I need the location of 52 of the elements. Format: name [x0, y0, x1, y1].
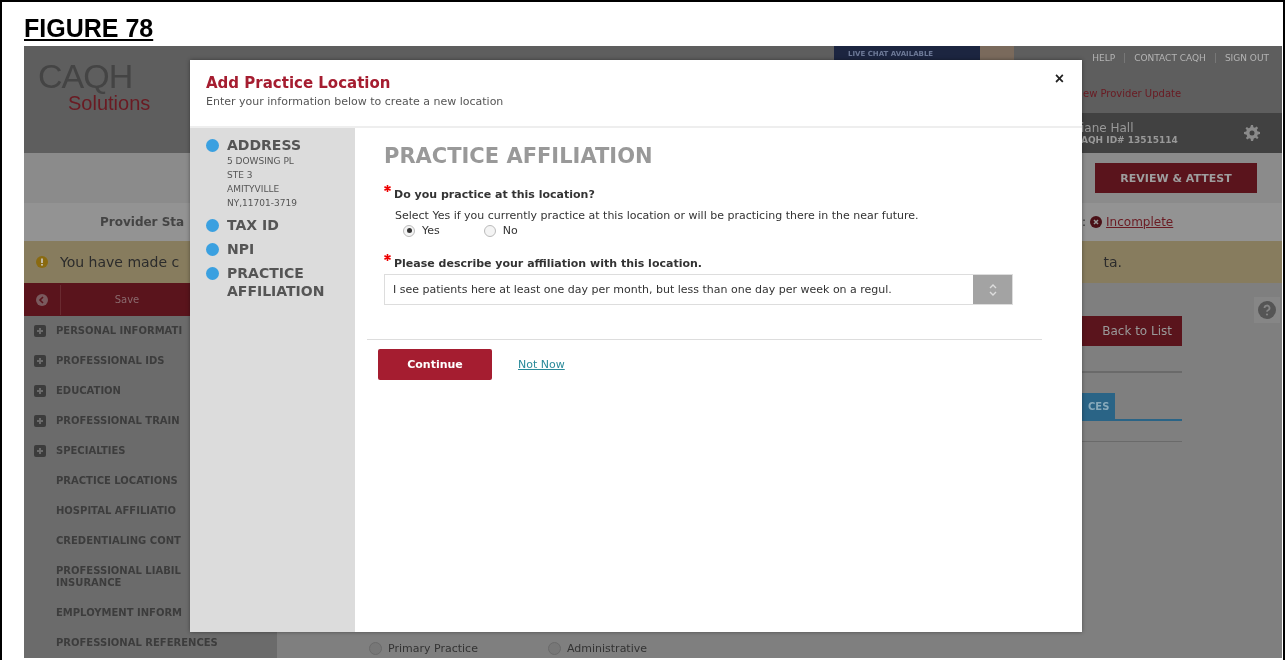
close-button[interactable]: × — [1050, 70, 1068, 88]
question-label: Do you practice at this location? — [394, 188, 595, 201]
back-to-list-button[interactable]: Back to List — [1082, 316, 1182, 346]
address-line: STE 3 — [227, 169, 254, 182]
step-dot-icon — [206, 267, 219, 280]
plus-icon[interactable] — [34, 325, 46, 337]
radio-option[interactable]: Yes — [403, 224, 440, 237]
help-text: Select Yes if you currently practice at this location or will be practicing there in the near future. — [395, 209, 919, 222]
help-button[interactable] — [1254, 297, 1280, 323]
warning-icon — [36, 256, 48, 268]
status-link[interactable]: Incomplete — [1106, 215, 1174, 229]
plus-icon[interactable] — [34, 385, 46, 397]
step-label[interactable]: TAX ID — [227, 216, 337, 234]
radio-option[interactable]: Primary Practice — [369, 641, 478, 655]
settings-icon[interactable] — [1244, 125, 1260, 141]
chevrons-icon — [987, 282, 998, 297]
radio-option[interactable]: No — [483, 224, 518, 237]
status-colon: : — [1082, 215, 1087, 229]
address-line: NY,11701-3719 — [227, 197, 298, 210]
warning-text: ta. — [1103, 254, 1122, 270]
plus-icon[interactable] — [34, 445, 46, 457]
review-attest-button[interactable]: REVIEW & ATTEST — [1095, 163, 1257, 193]
step-dot-icon — [206, 243, 219, 256]
continue-button[interactable]: Continue — [378, 349, 492, 380]
tab[interactable]: CES — [1082, 393, 1115, 419]
address-line: 5 DOWSING PL — [227, 155, 295, 168]
step-label[interactable]: NPI — [227, 240, 337, 258]
header-link[interactable]: SIGN OUT — [1214, 53, 1278, 63]
address-line: AMITYVILLE — [227, 183, 281, 196]
help-icon — [1258, 301, 1276, 319]
step-dot-icon — [206, 219, 219, 232]
figure-title: FIGURE 78 — [24, 13, 154, 44]
not-now-link[interactable]: Not Now — [518, 358, 565, 371]
logo-tagline: Solutions — [68, 92, 151, 114]
user-name: iane Hall — [1081, 121, 1134, 135]
dialog-subtitle: Enter your information below to create a new location — [206, 95, 504, 108]
question-label: Please describe your affiliation with this location. — [394, 257, 702, 270]
warning-text: You have made c — [60, 254, 180, 270]
header-link[interactable]: HELP — [1083, 53, 1125, 63]
step-label[interactable]: ADDRESS — [227, 136, 337, 154]
affiliation-select[interactable]: I see patients here at least one day per month, but less than one day per week on a regul. — [384, 274, 1013, 305]
error-icon — [1090, 216, 1103, 228]
plus-icon[interactable] — [34, 415, 46, 427]
step-dot-icon — [206, 139, 219, 152]
dialog-title: Add Practice Location — [206, 74, 391, 92]
section-heading: PRACTICE AFFILIATION — [384, 144, 653, 168]
plus-icon[interactable] — [34, 355, 46, 367]
user-id: AQH ID# 13515114 — [1081, 135, 1178, 145]
back-icon[interactable] — [36, 293, 48, 306]
header-link[interactable]: CONTACT CAQH — [1124, 53, 1215, 63]
status-label: Provider Sta — [100, 215, 185, 229]
radio-option[interactable]: Administrative — [547, 641, 648, 655]
